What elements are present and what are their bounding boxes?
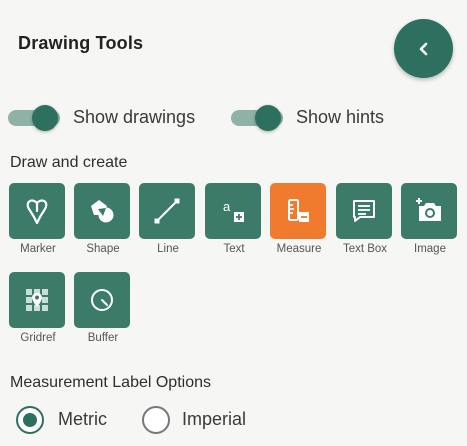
tool-label: Marker (20, 243, 56, 255)
tool-line[interactable]: Line (139, 183, 197, 255)
line-icon (154, 198, 180, 224)
tool-label: Gridref (20, 332, 56, 344)
tool-label: Image (414, 243, 446, 255)
text-box-icon (353, 200, 375, 222)
tool-marker[interactable]: Marker (9, 183, 67, 255)
tool-label: Text Box (342, 243, 388, 255)
drawing-tools-panel: Drawing Tools Show drawings Show hints D… (0, 0, 467, 446)
tool-label: Line (157, 243, 179, 255)
tool-buffer[interactable]: Buffer (74, 272, 132, 344)
show-hints-toggle[interactable] (231, 105, 285, 131)
imperial-label: Imperial (182, 409, 247, 429)
tool-gridref[interactable]: Gridref (9, 272, 67, 344)
show-drawings-label: Show drawings (73, 107, 196, 127)
text-icon: a (223, 199, 244, 222)
show-hints-label: Show hints (296, 107, 385, 127)
radio-dot (23, 413, 37, 427)
gridref-icon (26, 289, 48, 311)
panel-title: Drawing Tools (18, 33, 144, 53)
toggle-knob (255, 105, 281, 131)
shape-icon (91, 200, 114, 223)
buffer-icon (91, 289, 113, 311)
draw-section-label: Draw and create (10, 154, 128, 171)
chevron-left-icon (419, 42, 427, 55)
tool-label: Measure (276, 243, 322, 255)
add-image-icon (416, 198, 441, 221)
tool-text-box[interactable]: Text Box (336, 183, 394, 255)
metric-label: Metric (58, 409, 107, 429)
tool-label: Text (223, 243, 245, 255)
tool-shape[interactable]: Shape (74, 183, 132, 255)
measurement-section-label: Measurement Label Options (10, 374, 211, 391)
tool-label: Shape (86, 243, 120, 255)
tool-image[interactable]: Image (401, 183, 459, 255)
radio-ring (142, 406, 170, 434)
svg-text:a: a (223, 199, 231, 214)
show-drawings-toggle[interactable] (8, 105, 62, 131)
toggle-knob (32, 105, 58, 131)
measure-icon (288, 199, 309, 222)
collapse-panel-button[interactable] (394, 19, 453, 78)
toggle-row: Show drawings Show hints (0, 104, 467, 132)
tool-text[interactable]: a Text (205, 183, 263, 255)
tool-measure[interactable]: Measure (270, 183, 328, 255)
tool-label: Buffer (87, 332, 119, 344)
marker-icon (26, 199, 48, 225)
imperial-radio[interactable] (142, 406, 170, 434)
metric-radio[interactable] (16, 406, 44, 434)
